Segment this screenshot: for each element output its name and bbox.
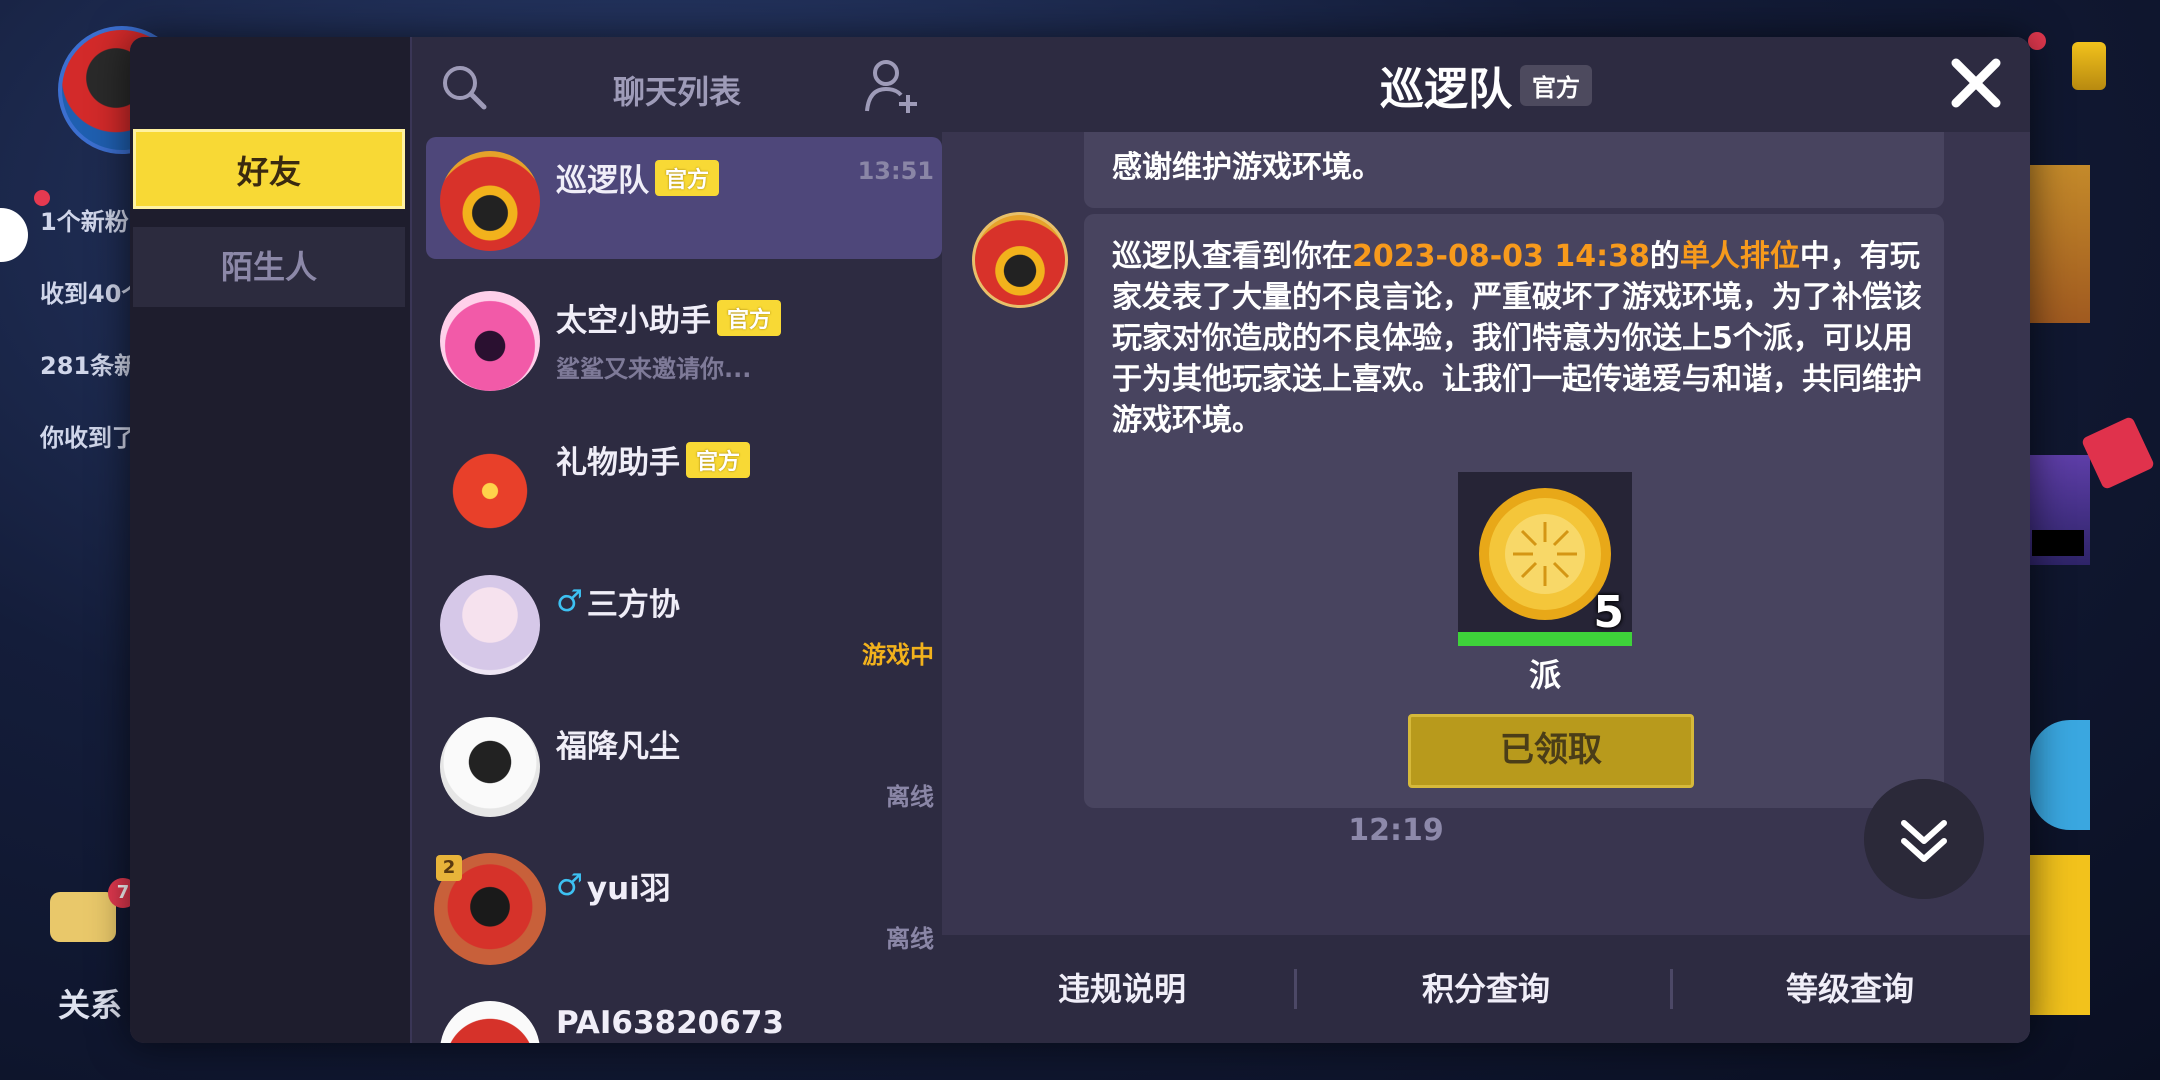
notification-dot (2028, 32, 2046, 50)
sender-avatar[interactable] (972, 212, 1068, 308)
message-bubble: 感谢维护游戏环境。 (1084, 132, 1944, 208)
highlight-datetime: 2023-08-03 14:38 (1352, 239, 1650, 274)
chat-item[interactable]: ♂ 三方协 游戏中 (426, 561, 942, 683)
notice-text: 1个新粉 (40, 208, 129, 236)
side-handle[interactable] (0, 208, 28, 262)
contact-name: PAI63820673 (556, 1005, 784, 1041)
reward-count: 5 (1593, 587, 1624, 638)
online-status: 游戏中 (862, 641, 934, 669)
level-query-button[interactable]: 等级查询 (1670, 935, 2030, 1043)
reward-name: 派 (1528, 656, 1561, 694)
male-icon: ♂ (556, 868, 583, 903)
highlight-mode: 单人排位 (1679, 239, 1800, 274)
violation-info-button[interactable]: 违规说明 (942, 935, 1302, 1043)
contact-name: 礼物助手 (556, 445, 680, 481)
avatar (440, 717, 540, 817)
chat-item[interactable]: 2 ♂ yui羽 离线 (426, 845, 942, 967)
notice-text: 281条新 (40, 352, 139, 380)
conversation-title: 巡逻队 (1380, 64, 1512, 115)
divider (1294, 969, 1297, 1009)
chat-list-title: 聊天列表 (612, 73, 741, 111)
chat-list-panel: 聊天列表 巡逻队 官方 13:51 太空小助手 官方 鲨鲨又来邀请你... 礼物… (412, 37, 942, 1043)
close-icon[interactable] (1948, 55, 2004, 111)
side-banner[interactable] (2030, 855, 2090, 1015)
relation-label[interactable]: 关系 (58, 980, 122, 1026)
chat-item[interactable]: PAI63820673 (426, 987, 942, 1043)
contact-name: 三方协 (586, 587, 680, 623)
add-friend-icon[interactable] (864, 57, 918, 115)
side-banner[interactable] (2030, 165, 2090, 323)
message-text: 感谢维护游戏环境。 (1112, 150, 1382, 185)
message-time: 13:51 (857, 157, 934, 185)
message-preview: 鲨鲨又来邀请你... (556, 355, 752, 383)
level-badge: 2 (436, 855, 462, 881)
scroll-down-icon[interactable] (1864, 779, 1984, 899)
chat-item[interactable]: 福降凡尘 离线 (426, 703, 942, 825)
avatar (440, 151, 540, 251)
chat-list-header: 聊天列表 (412, 37, 942, 132)
chat-bubble-icon[interactable] (50, 892, 116, 942)
social-dialog: 好友 陌生人 聊天列表 巡逻队 官方 13:51 太空小助手 官方 鲨鲨又来邀请… (130, 37, 2030, 1043)
contact-name: 福降凡尘 (556, 729, 680, 765)
conversation-header: 巡逻队 官方 (942, 37, 2030, 132)
official-badge: 官方 (686, 441, 751, 478)
gift-avatar (440, 433, 540, 533)
message-text: 巡逻队查看到你在2023-08-03 14:38的单人排位中，有玩家发表了大量的… (1112, 239, 1922, 438)
chat-item[interactable]: 太空小助手 官方 鲨鲨又来邀请你... (426, 277, 942, 399)
avatar (440, 1001, 540, 1043)
official-badge: 官方 (717, 299, 782, 336)
redacted-block (2032, 530, 2084, 556)
gift-icon[interactable] (2080, 415, 2156, 491)
official-badge: 官方 (655, 159, 720, 196)
points-query-button[interactable]: 积分查询 (1306, 935, 1666, 1043)
male-icon: ♂ (556, 584, 583, 619)
contact-name: 巡逻队 (556, 163, 649, 199)
message-bubble: 巡逻队查看到你在2023-08-03 14:38的单人排位中，有玩家发表了大量的… (1084, 214, 1944, 808)
chat-item[interactable]: 礼物助手 官方 (426, 419, 942, 541)
chat-item[interactable]: 巡逻队 官方 13:51 (426, 137, 942, 259)
side-banner[interactable] (2030, 720, 2090, 830)
reward-item: 5 (1458, 472, 1632, 646)
avatar (440, 291, 540, 391)
category-panel: 好友 陌生人 (130, 37, 410, 1043)
online-status: 离线 (886, 925, 934, 953)
contact-name: 太空小助手 (556, 303, 711, 339)
bottom-action-bar: 违规说明 积分查询 等级查询 (942, 935, 2030, 1043)
online-status: 离线 (886, 783, 934, 811)
official-badge: 官方 (1520, 64, 1592, 106)
contact-name: yui羽 (586, 871, 671, 907)
avatar (440, 575, 540, 675)
claimed-button[interactable]: 已领取 (1408, 714, 1694, 788)
conversation-panel: 巡逻队 官方 感谢维护游戏环境。 巡逻队查看到你在2023-08-03 14:38… (942, 37, 2030, 1043)
tab-strangers[interactable]: 陌生人 (133, 227, 405, 307)
tab-friends[interactable]: 好友 (133, 129, 405, 209)
notice-text: 你收到了 (40, 424, 136, 452)
wifi-icon (2072, 42, 2106, 90)
